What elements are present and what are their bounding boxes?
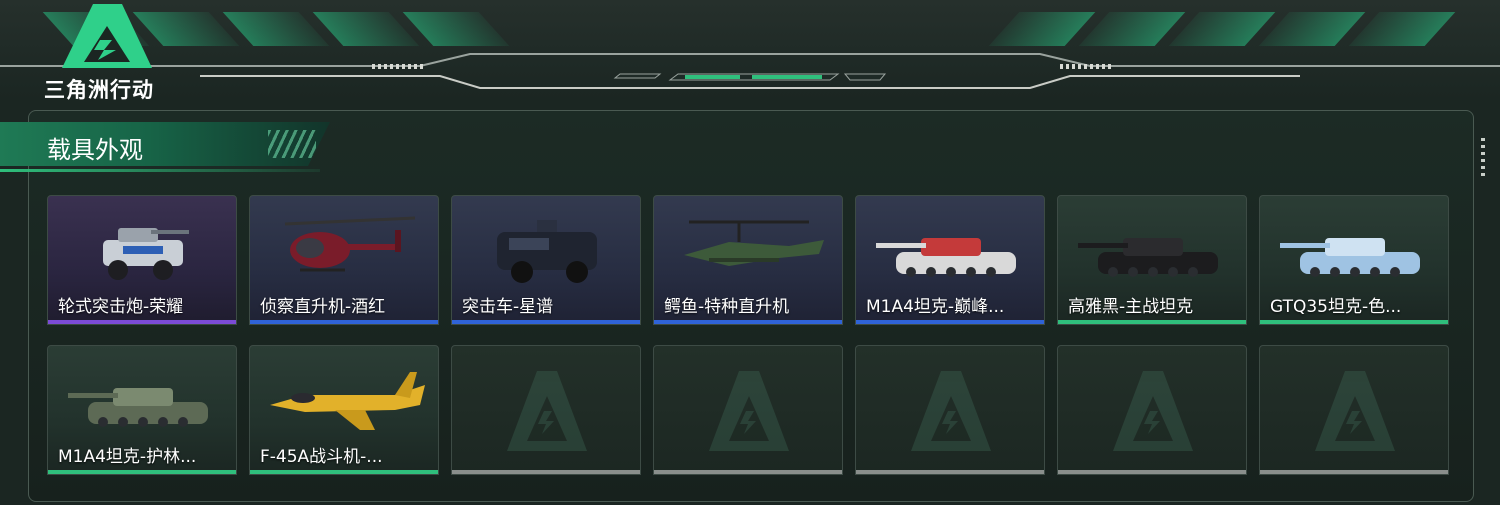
- empty-skin-slot: [855, 345, 1045, 475]
- rarity-bar: [1058, 320, 1246, 324]
- tank-icon: [1280, 238, 1420, 277]
- vehicle-skin-name: 轮式突击炮-荣耀: [58, 297, 184, 317]
- rarity-bar: [1260, 320, 1448, 324]
- vehicle-skin-name: GTQ35坦克-色...: [1270, 297, 1402, 317]
- vehicle-skin-grid: 轮式突击炮-荣耀 侦察直升机-酒红 突击车-星谱 鳄鱼-特种直升机 M1A4坦克-巅峰.…: [47, 195, 1449, 475]
- placeholder-logo-icon: [1113, 371, 1193, 451]
- vehicle-skin-card[interactable]: 鳄鱼-特种直升机: [653, 195, 843, 325]
- attack-helicopter-icon: [684, 220, 824, 266]
- empty-slot-bar: [1058, 470, 1246, 474]
- fighter-jet-icon: [270, 372, 425, 430]
- empty-slot-bar: [452, 470, 640, 474]
- rarity-bar: [48, 470, 236, 474]
- tank-icon: [876, 238, 1016, 277]
- rarity-bar: [48, 320, 236, 324]
- vehicle-skin-name: 突击车-星谱: [462, 297, 554, 317]
- rarity-bar: [452, 320, 640, 324]
- vehicle-skin-card[interactable]: M1A4坦克-巅峰...: [855, 195, 1045, 325]
- top-header-bar: 三角洲行动: [0, 0, 1500, 102]
- vehicle-skin-name: M1A4坦克-护林...: [58, 447, 197, 467]
- header-hatch-decoration: [268, 130, 316, 158]
- section-title: 载具外观: [47, 136, 143, 164]
- vehicle-skin-name: 高雅黑-主战坦克: [1068, 297, 1194, 317]
- vehicle-skin-name: M1A4坦克-巅峰...: [866, 297, 1005, 317]
- assault-vehicle-icon: [497, 220, 597, 283]
- placeholder-logo-icon: [911, 371, 991, 451]
- empty-skin-slot: [1057, 345, 1247, 475]
- tank-icon: [68, 388, 208, 427]
- empty-slot-bar: [1260, 470, 1448, 474]
- vehicle-skin-card[interactable]: 突击车-星谱: [451, 195, 641, 325]
- vehicle-skin-card[interactable]: M1A4坦克-护林...: [47, 345, 237, 475]
- armored-car-icon: [103, 228, 189, 280]
- vehicle-skin-card[interactable]: 轮式突击炮-荣耀: [47, 195, 237, 325]
- vehicle-skin-card[interactable]: GTQ35坦克-色...: [1259, 195, 1449, 325]
- section-header: 载具外观: [0, 122, 330, 172]
- vehicle-skin-card[interactable]: F-45A战斗机-...: [249, 345, 439, 475]
- empty-slot-bar: [856, 470, 1044, 474]
- header-frame-lines: [0, 53, 1500, 89]
- vehicle-skin-card[interactable]: 高雅黑-主战坦克: [1057, 195, 1247, 325]
- rarity-bar: [250, 470, 438, 474]
- vehicle-skin-name: 鳄鱼-特种直升机: [664, 297, 790, 317]
- panel-scroll-indicator: [1481, 138, 1485, 178]
- vehicle-skin-card[interactable]: 侦察直升机-酒红: [249, 195, 439, 325]
- game-title-logo-text: 三角洲行动: [44, 78, 154, 102]
- placeholder-logo-icon: [507, 371, 587, 451]
- rarity-bar: [654, 320, 842, 324]
- placeholder-logo-icon: [709, 371, 789, 451]
- empty-slot-bar: [654, 470, 842, 474]
- vehicle-skin-name: 侦察直升机-酒红: [260, 297, 386, 317]
- rarity-bar: [250, 320, 438, 324]
- scout-helicopter-icon: [284, 216, 416, 272]
- rarity-bar: [856, 320, 1044, 324]
- empty-skin-slot: [653, 345, 843, 475]
- empty-skin-slot: [1259, 345, 1449, 475]
- placeholder-logo-icon: [1315, 371, 1395, 451]
- tank-icon: [1078, 238, 1218, 277]
- empty-skin-slot: [451, 345, 641, 475]
- vehicle-skin-name: F-45A战斗机-...: [260, 447, 383, 467]
